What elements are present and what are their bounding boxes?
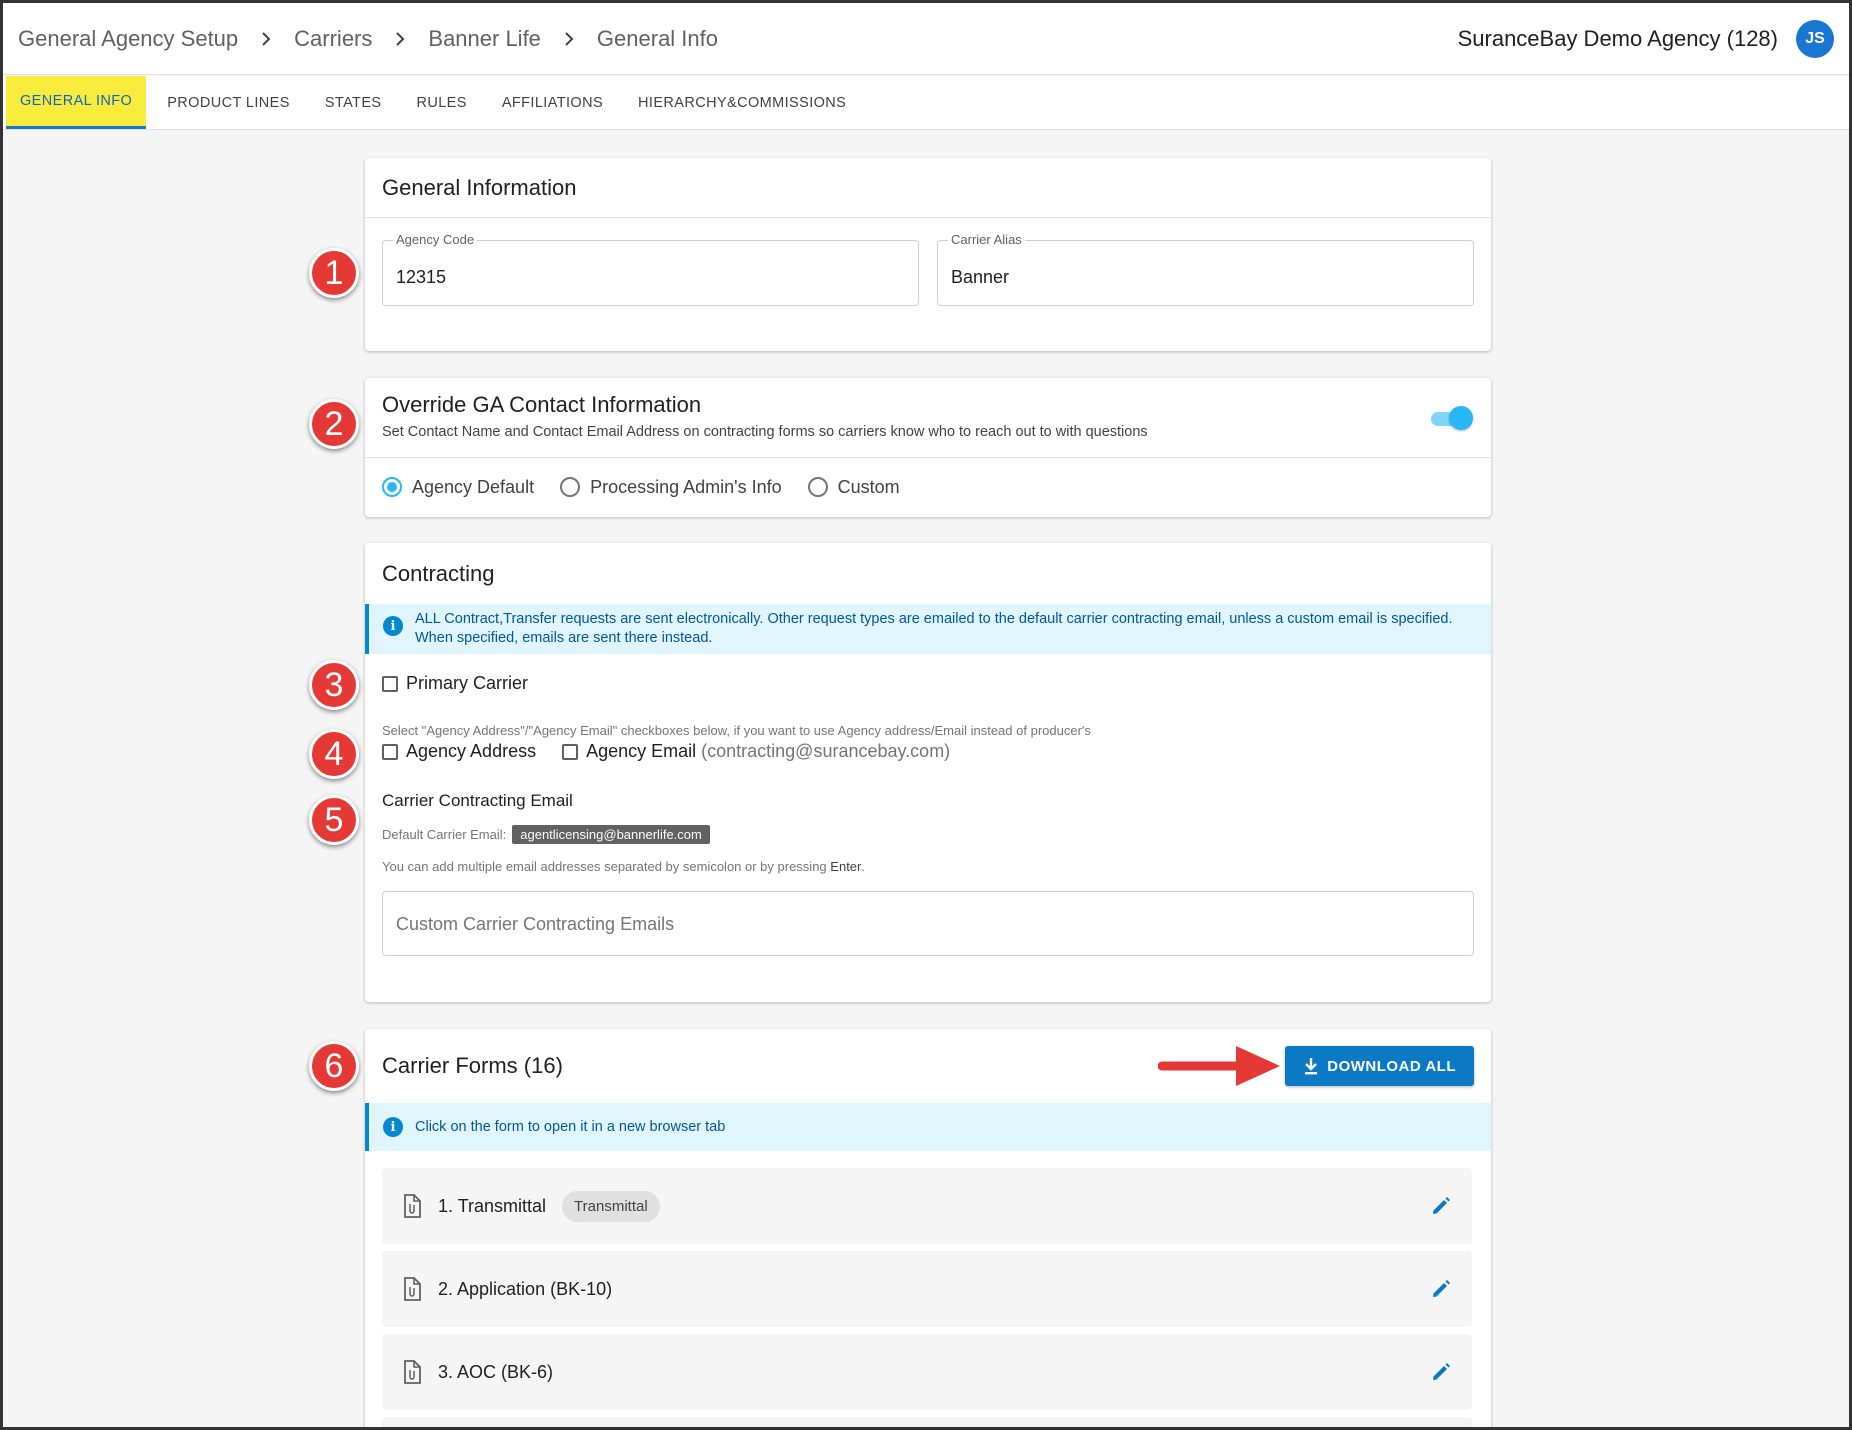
callout-badge-2: 2: [309, 399, 359, 449]
attachment-file-icon: [402, 1194, 422, 1218]
tab-hierarchy-commissions[interactable]: HIERARCHY&COMMISSIONS: [624, 76, 860, 129]
avatar[interactable]: JS: [1796, 19, 1834, 58]
agency-email-label: Agency Email: [586, 741, 697, 761]
pencil-edit-icon[interactable]: [1430, 1195, 1452, 1217]
radio-custom[interactable]: Custom: [807, 476, 900, 498]
form-name: 3. AOC (BK-6): [438, 1361, 554, 1382]
checkbox-unchecked-icon: [382, 743, 398, 760]
callout-badge-6: 6: [309, 1041, 359, 1091]
form-row-aoc[interactable]: 3. AOC (BK-6): [382, 1334, 1472, 1410]
breadcrumb-general-info: General Info: [596, 25, 718, 51]
agency-email-checkbox[interactable]: Agency Email (contracting@surancebay.com…: [562, 741, 950, 762]
carrier-forms-title: Carrier Forms (16): [382, 1053, 563, 1078]
radio-checked-icon: [382, 477, 402, 497]
tab-bar: GENERAL INFO PRODUCT LINES STATES RULES …: [3, 76, 1849, 130]
form-name: 2. Application (BK-10): [438, 1278, 613, 1299]
chevron-right-icon: [260, 31, 272, 47]
attachment-file-icon: [402, 1277, 422, 1301]
multi-email-hint: You can add multiple email addresses sep…: [382, 859, 865, 874]
carrier-alias-label: Carrier Alias: [948, 232, 1025, 247]
download-all-button[interactable]: DOWNLOAD ALL: [1285, 1046, 1474, 1086]
form-name: 1. Transmittal: [438, 1195, 547, 1216]
forms-info-text: Click on the form to open it in a new br…: [415, 1118, 726, 1135]
contracting-title: Contracting: [382, 560, 495, 586]
top-bar: General Agency Setup Carriers Banner Lif…: [3, 3, 1849, 75]
radio-processing-admin[interactable]: Processing Admin's Info: [560, 477, 782, 498]
agency-options-row: Agency Address Agency Email (contracting…: [382, 741, 950, 762]
callout-badge-4: 4: [309, 729, 359, 779]
callout-badge-1: 1: [309, 248, 359, 298]
attachment-file-icon: [402, 1360, 422, 1384]
breadcrumb-carriers[interactable]: Carriers: [294, 26, 372, 52]
red-arrow-icon: [1158, 1046, 1280, 1086]
general-information-card: General Information Agency Code 12315 Ca…: [365, 158, 1491, 351]
breadcrumb-banner-life[interactable]: Banner Life: [428, 26, 541, 52]
carrier-alias-value: Banner: [951, 267, 1010, 287]
custom-emails-input[interactable]: Custom Carrier Contracting Emails: [382, 891, 1474, 956]
primary-carrier-label: Primary Carrier: [406, 673, 529, 693]
radio-label: Agency Default: [412, 476, 535, 497]
contracting-info-banner: i ALL Contract,Transfer requests are sen…: [365, 604, 1491, 654]
pencil-edit-icon[interactable]: [1430, 1278, 1452, 1300]
breadcrumb-general-agency-setup[interactable]: General Agency Setup: [18, 26, 238, 52]
radio-agency-default[interactable]: Agency Default: [382, 477, 534, 498]
custom-emails-placeholder: Custom Carrier Contracting Emails: [396, 914, 675, 934]
tab-states[interactable]: STATES: [311, 76, 396, 129]
checkbox-unchecked-icon: [562, 743, 579, 760]
agency-code-value: 12315: [396, 267, 447, 287]
form-row-application[interactable]: 2. Application (BK-10): [382, 1251, 1472, 1327]
contact-source-radio-group: Agency Default Processing Admin's Info C…: [365, 458, 1491, 516]
multi-email-hint-text: You can add multiple email addresses sep…: [382, 859, 827, 874]
override-toggle[interactable]: [1431, 406, 1473, 430]
default-email-chip: agentlicensing@bannerlife.com: [512, 825, 710, 844]
radio-unchecked-icon: [560, 477, 581, 497]
form-row-partial: [382, 1417, 1472, 1427]
breadcrumb: General Agency Setup Carriers Banner Lif…: [18, 26, 718, 52]
tab-general-info[interactable]: GENERAL INFO: [6, 76, 147, 129]
callout-badge-5: 5: [309, 795, 359, 845]
enter-key-hint: Enter: [830, 859, 862, 874]
radio-unchecked-icon: [807, 477, 828, 497]
carrier-email-title: Carrier Contracting Email: [382, 791, 573, 810]
tab-rules[interactable]: RULES: [402, 76, 480, 129]
form-row-transmittal[interactable]: 1. Transmittal Transmittal: [382, 1168, 1472, 1244]
agency-name: SuranceBay Demo Agency (128): [1457, 25, 1778, 51]
info-icon: i: [383, 616, 403, 636]
agency-address-checkbox[interactable]: Agency Address: [382, 741, 536, 762]
carrier-alias-field[interactable]: Carrier Alias Banner: [937, 232, 1474, 306]
agency-code-field[interactable]: Agency Code 12315: [382, 232, 919, 306]
radio-label: Custom: [837, 476, 900, 497]
override-title: Override GA Contact Information: [382, 392, 702, 417]
toggle-knob: [1449, 406, 1473, 430]
forms-info-banner: i Click on the form to open it in a new …: [365, 1103, 1491, 1151]
primary-carrier-checkbox[interactable]: Primary Carrier: [382, 673, 528, 694]
tab-affiliations[interactable]: AFFILIATIONS: [488, 76, 617, 129]
override-subtitle: Set Contact Name and Contact Email Addre…: [382, 424, 1148, 440]
download-all-label: DOWNLOAD ALL: [1327, 1057, 1456, 1075]
tab-product-lines[interactable]: PRODUCT LINES: [153, 76, 304, 129]
checkbox-unchecked-icon: [382, 675, 398, 692]
default-email-row: Default Carrier Email: agentlicensing@ba…: [382, 825, 710, 844]
radio-label: Processing Admin's Info: [590, 476, 782, 497]
contracting-info-text: ALL Contract,Transfer requests are sent …: [415, 611, 1453, 646]
pencil-edit-icon[interactable]: [1430, 1361, 1452, 1383]
callout-badge-3: 3: [309, 660, 359, 710]
general-information-title: General Information: [382, 174, 577, 200]
override-contact-card: Override GA Contact Information Set Cont…: [365, 378, 1491, 517]
agency-code-label: Agency Code: [393, 232, 478, 247]
address-hint: Select "Agency Address"/"Agency Email" c…: [382, 723, 1091, 738]
contracting-card: Contracting i ALL Contract,Transfer requ…: [365, 543, 1491, 1002]
agency-switcher[interactable]: SuranceBay Demo Agency (128) JS: [1457, 19, 1834, 58]
form-tag-chip: Transmittal: [562, 1190, 660, 1222]
chevron-right-icon: [394, 31, 406, 47]
agency-email-value: (contracting@surancebay.com): [701, 741, 951, 761]
carrier-forms-card: Carrier Forms (16) DOWNLOAD ALL i Click …: [365, 1029, 1491, 1427]
default-email-label: Default Carrier Email:: [382, 827, 507, 842]
download-icon: [1303, 1057, 1319, 1075]
agency-address-label: Agency Address: [406, 741, 537, 761]
info-icon: i: [383, 1117, 403, 1137]
chevron-right-icon: [563, 31, 575, 47]
app-window: General Agency Setup Carriers Banner Lif…: [0, 0, 1852, 1430]
